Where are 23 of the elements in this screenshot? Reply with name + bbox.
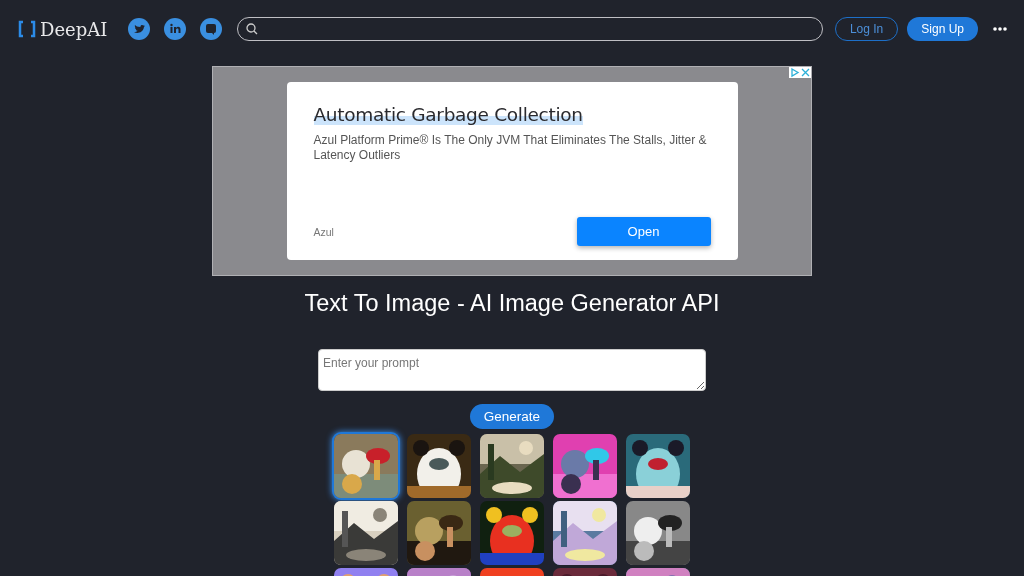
chat-icon[interactable]	[200, 18, 223, 40]
style-option[interactable]	[626, 501, 690, 565]
ad-description: Azul Platform Prime® Is The Only JVM That Eliminates The Stalls, Jitter & Latency Outliers	[313, 133, 708, 163]
bird-icon[interactable]	[128, 18, 151, 40]
style-option[interactable]	[480, 434, 544, 498]
search-icon	[246, 23, 259, 35]
prompt-field[interactable]: Enter your prompt	[318, 349, 706, 391]
style-option[interactable]	[480, 501, 544, 565]
advertiser-name: Azul	[313, 225, 334, 238]
style-option[interactable]	[553, 434, 617, 498]
page-title: Text To Image - AI Image Generator API	[304, 290, 720, 317]
more-icon[interactable]	[992, 26, 1008, 32]
linkedin-icon[interactable]	[164, 18, 187, 40]
logo-text[interactable]: DeepAI	[40, 18, 108, 40]
signup-button[interactable]: Sign Up	[907, 17, 978, 41]
style-option[interactable]	[626, 434, 690, 498]
style-option[interactable]	[334, 501, 398, 565]
open-button[interactable]: Open	[576, 217, 711, 246]
ad-title: Automatic Garbage Collection	[313, 104, 583, 125]
style-option[interactable]	[407, 501, 471, 565]
generate-button[interactable]: Generate	[469, 404, 555, 429]
bracket-logo-icon	[18, 20, 36, 38]
style-option[interactable]	[407, 434, 471, 498]
